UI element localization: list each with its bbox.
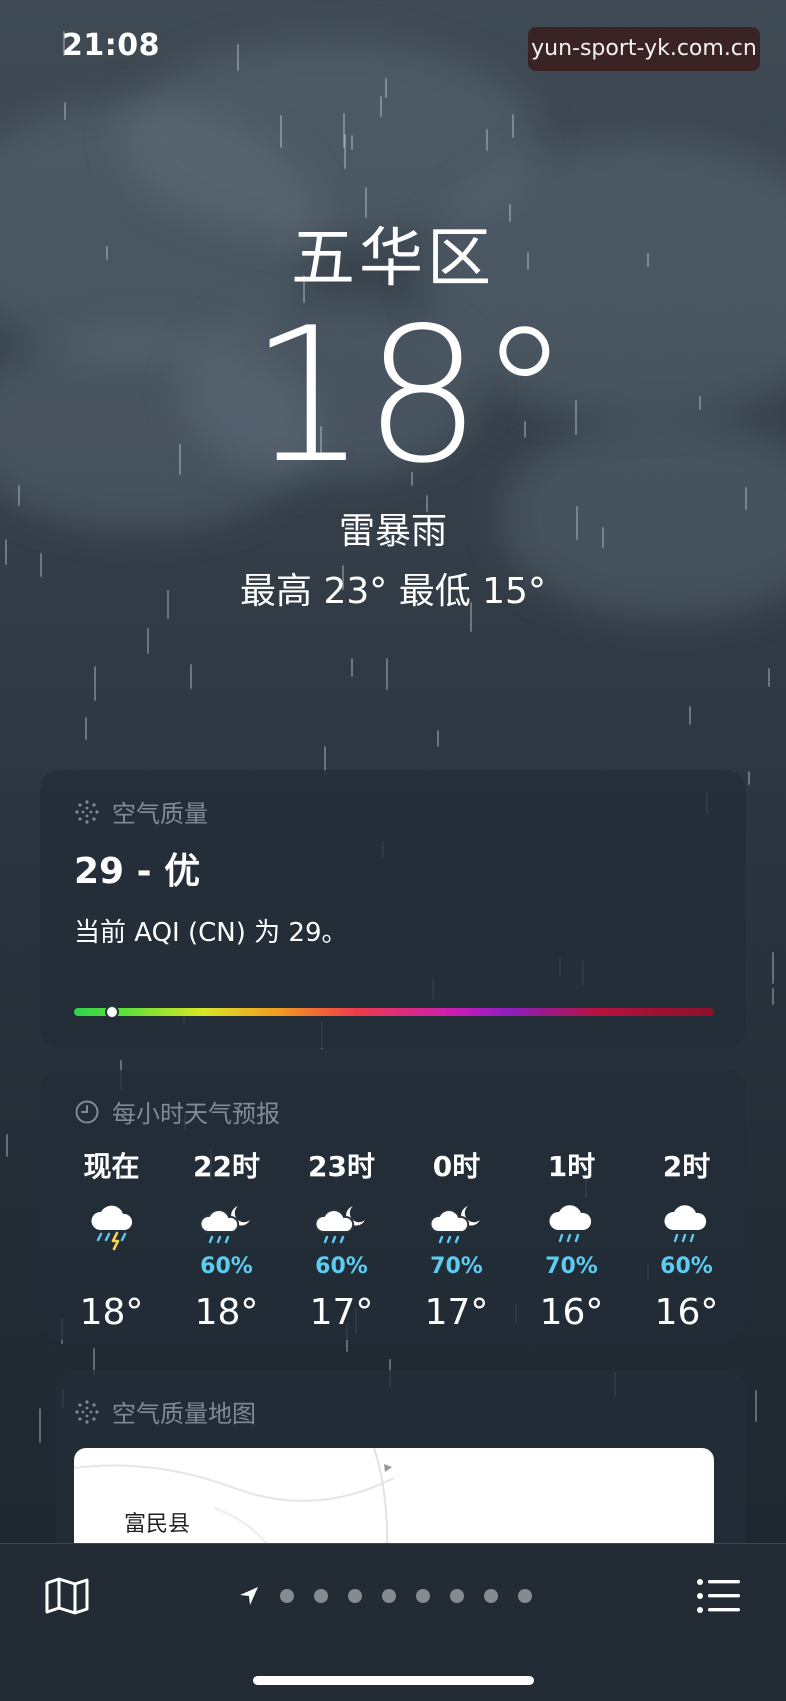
hour-temperature: 18° [194,1292,259,1333]
hour-item: 现在 18° [54,1148,169,1333]
precip-probability: 60% [200,1254,253,1279]
cloud-moon-rain-icon [284,1192,399,1252]
cloud-moon-rain-icon [399,1192,514,1252]
weather-condition: 雷暴雨 [338,511,447,552]
air-quality-label: 空气质量 [112,800,208,828]
rain-streak [365,187,367,218]
rain-streak [755,1390,757,1422]
precip-probability: 70% [430,1254,483,1279]
rain-streak [748,771,750,785]
rain-streak [689,706,691,725]
hour-time: 22时 [193,1150,260,1183]
hour-item: 2时 60% 16° [629,1148,744,1333]
rain-streak [380,96,382,117]
rain-streak [6,1134,8,1157]
page-dot[interactable] [484,1589,498,1603]
aqi-map-header: 空气质量地图 [74,1394,256,1429]
location-arrow-icon [240,1587,258,1605]
hour-temperature: 18° [79,1292,144,1333]
home-indicator[interactable] [253,1676,534,1685]
hour-item: 1时 70% 16° [514,1148,629,1333]
rain-streak [486,129,488,151]
rain-streak [64,102,66,120]
rain-streak [768,668,770,687]
cloud-rain-icon [629,1192,744,1252]
air-quality-card[interactable]: 空气质量 29 - 优 当前 AQI (CN) 为 29。 [40,770,746,1048]
rain-streak [386,658,388,690]
page-dot[interactable] [314,1589,328,1603]
rain-streak [351,135,353,150]
cloud-rain-icon [514,1192,629,1252]
hour-time: 23时 [308,1150,375,1183]
rain-streak [772,952,774,984]
rain-streak [237,44,239,71]
rain-streak [85,717,87,740]
aqi-description: 当前 AQI (CN) 为 29。 [74,918,348,948]
rain-streak [509,204,511,222]
precip-probability: 60% [315,1254,368,1279]
precip-probability: 60% [660,1254,713,1279]
air-quality-header: 空气质量 [74,794,208,829]
hour-time: 0时 [432,1150,481,1183]
rain-streak [280,115,282,148]
hourly-forecast-label: 每小时天气预报 [112,1100,280,1128]
list-icon [697,1579,740,1613]
status-time: 21:08 [62,28,160,63]
hour-temperature: 16° [539,1292,604,1333]
air-quality-icon [75,1399,99,1424]
rain-streak [512,114,514,138]
weather-header: 五华区 18° 雷暴雨 最高 23° 最低 15° [0,222,786,614]
hour-temperature: 17° [424,1292,489,1333]
hour-item: 22时 60% 18° [169,1148,284,1333]
rain-streak [190,664,192,689]
clock-icon [75,1100,99,1123]
rain-streak [351,658,353,677]
page-dot[interactable] [450,1589,464,1603]
hour-item: 0时 70% 17° [399,1148,514,1333]
map-button[interactable] [44,1576,90,1620]
rain-streak [147,628,149,654]
page-indicator[interactable] [238,1585,532,1607]
city-name: 五华区 [291,222,495,296]
hour-time: 现在 [83,1150,140,1183]
hour-time: 2时 [662,1150,711,1183]
hourly-list: 现在 18° 22时 60% 18° 23时 60% 17° 0时 70% 17… [54,1148,744,1333]
aqi-map-label: 空气质量地图 [112,1400,256,1428]
hourly-forecast-card[interactable]: 每小时天气预报 现在 18° 22时 60% 18° 23时 60% 17° 0… [40,1070,746,1340]
rain-streak [39,1408,41,1443]
bottom-toolbar [0,1543,786,1701]
hour-temperature: 16° [654,1292,719,1333]
page-dot[interactable] [348,1589,362,1603]
hour-temperature: 17° [309,1292,374,1333]
aqi-indicator-dot [105,1005,120,1019]
rain-streak [344,134,346,169]
page-dot[interactable] [280,1589,294,1603]
precip-probability [54,1252,169,1282]
hourly-forecast-header: 每小时天气预报 [74,1094,280,1129]
aqi-scale-bar [74,1005,714,1019]
hour-item: 23时 60% 17° [284,1148,399,1333]
page-dot[interactable] [382,1589,396,1603]
rain-streak [437,730,439,747]
page-dot[interactable] [518,1589,532,1603]
rain-streak [343,113,345,148]
map-icon [45,1577,89,1615]
watermark-badge: yun-sport-yk.com.cn [528,27,760,71]
page-dot[interactable] [416,1589,430,1603]
rain-streak [385,78,387,98]
aqi-value: 29 - 优 [74,851,201,892]
current-temperature: 18° [249,287,571,504]
map-place-label: 富民县 [124,1512,191,1537]
precip-probability: 70% [545,1254,598,1279]
cloud-moon-rain-icon [169,1192,284,1252]
high-low-temperature: 最高 23° 最低 15° [240,571,546,612]
thunderstorm-icon [54,1192,169,1252]
city-list-button[interactable] [696,1578,742,1618]
air-quality-icon [75,799,99,824]
rain-streak [772,988,774,1005]
rain-streak [94,666,96,701]
hour-time: 1时 [547,1150,596,1183]
